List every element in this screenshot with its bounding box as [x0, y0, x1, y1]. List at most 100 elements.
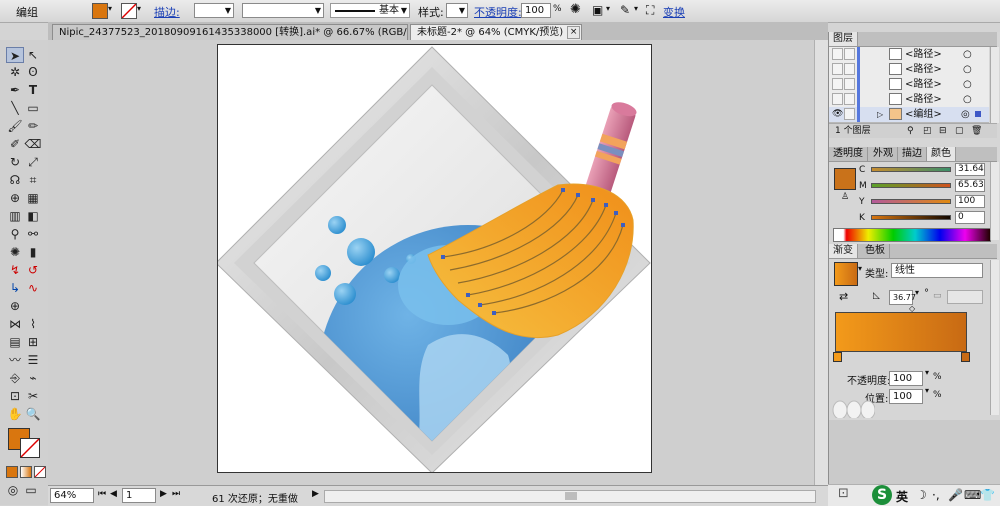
- status-menu-icon[interactable]: ▶: [312, 489, 319, 499]
- twirl-tool-icon[interactable]: ∿: [24, 280, 42, 296]
- warp-tool-icon[interactable]: ☊: [6, 172, 24, 188]
- delete-layer-icon[interactable]: 🗑: [971, 124, 982, 138]
- gradient-opacity-input[interactable]: 100: [889, 371, 923, 386]
- opacity-link[interactable]: 不透明度:: [474, 4, 522, 20]
- gradient-type-dropdown[interactable]: 线性: [891, 263, 983, 278]
- layer-row[interactable]: <路径> ○: [829, 92, 989, 108]
- target-tool-icon[interactable]: ⊕: [6, 298, 24, 314]
- variable-width-dropdown[interactable]: ▼: [242, 3, 324, 18]
- tab-swatches[interactable]: 色板: [861, 244, 890, 258]
- chevron-down-icon[interactable]: ▾: [634, 4, 638, 13]
- live-paint-tool-icon[interactable]: ▦: [24, 190, 42, 206]
- gradient-stop-start[interactable]: [833, 352, 842, 362]
- black-slider[interactable]: K 0: [859, 211, 995, 225]
- disclosure-triangle-icon[interactable]: ▷: [877, 107, 883, 122]
- panel-icon[interactable]: ⊡: [838, 486, 849, 501]
- yellow-slider[interactable]: Y 100: [859, 195, 995, 209]
- selection-tool-icon[interactable]: ➤: [6, 47, 24, 63]
- tab-document-nipic[interactable]: Nipic_24377523_20180909161435338000 [转换]…: [52, 24, 408, 40]
- target-circle-icon[interactable]: ○: [963, 77, 972, 92]
- stroke-color-box[interactable]: [20, 438, 40, 458]
- tab-transparency[interactable]: 透明度: [829, 147, 868, 161]
- layer-row[interactable]: <路径> ○: [829, 47, 989, 63]
- isolate-icon[interactable]: ✎: [620, 3, 630, 17]
- tab-stroke[interactable]: 描边: [898, 147, 927, 161]
- mesh-tool-icon[interactable]: ⋈: [6, 316, 24, 332]
- moon-icon[interactable]: ☽: [916, 488, 927, 502]
- layer-row[interactable]: <路径> ○: [829, 77, 989, 93]
- eye-icon[interactable]: 👁: [832, 107, 843, 122]
- lasso-tool-icon[interactable]: ʘ: [24, 64, 42, 80]
- color-fill-swatch[interactable]: [834, 168, 856, 190]
- free-transform-tool-icon[interactable]: ⌗: [24, 172, 42, 188]
- warp-red-tool-icon[interactable]: ↺: [24, 262, 42, 278]
- target-circle-icon[interactable]: ○: [963, 62, 972, 77]
- stroke-weight-dropdown[interactable]: ▼: [194, 3, 234, 18]
- line-tool-icon[interactable]: ╲: [6, 100, 24, 116]
- microphone-icon[interactable]: 🎤: [948, 488, 963, 502]
- sogou-ime-icon[interactable]: S: [872, 485, 892, 505]
- rotate-tool-icon[interactable]: ↻: [6, 154, 24, 170]
- pen-tool-icon[interactable]: ✒: [6, 82, 24, 98]
- visibility-toggle[interactable]: [832, 48, 843, 60]
- horizontal-scrollbar[interactable]: [324, 490, 816, 503]
- zoom-dropdown[interactable]: 64%: [50, 488, 94, 503]
- position-input[interactable]: 100: [889, 389, 923, 404]
- grid-tool-icon[interactable]: ▤: [6, 334, 24, 350]
- last-page-icon[interactable]: ⏭: [172, 489, 180, 499]
- chevron-down-icon[interactable]: ▾: [858, 264, 862, 273]
- next-page-icon[interactable]: ▶: [160, 489, 167, 499]
- shaper-tool-icon[interactable]: ↳: [6, 280, 24, 296]
- cyan-value[interactable]: 31.64: [955, 163, 985, 176]
- chevron-down-icon[interactable]: ▾: [915, 288, 919, 297]
- chevron-down-icon[interactable]: ▾: [606, 4, 610, 13]
- transform-link[interactable]: 变换: [663, 4, 685, 20]
- expand-icon[interactable]: ⛶: [646, 3, 654, 18]
- crop-tool-icon[interactable]: ⊡: [6, 388, 24, 404]
- chart-line-tool-icon[interactable]: 〰: [6, 352, 24, 368]
- knife-tool-icon[interactable]: ⌁: [24, 370, 42, 386]
- none-mode-icon[interactable]: [34, 466, 46, 478]
- pencil-tool-icon[interactable]: ✏: [24, 118, 42, 134]
- new-sublayer-icon[interactable]: ⊟: [939, 124, 947, 138]
- tab-appearance[interactable]: 外观: [869, 147, 898, 161]
- color-scrollbar[interactable]: [990, 162, 999, 240]
- close-icon[interactable]: ×: [567, 25, 581, 39]
- stroke-swatch[interactable]: [121, 3, 137, 19]
- lock-toggle[interactable]: [844, 78, 855, 90]
- clipping-mask-icon[interactable]: ◰: [923, 124, 932, 138]
- width-tool-icon[interactable]: ↯: [6, 262, 24, 278]
- tab-gradient[interactable]: 渐变: [829, 244, 858, 258]
- screen-mode-icon[interactable]: ▭: [22, 482, 40, 498]
- artboard-tool-icon[interactable]: ⊞: [24, 334, 42, 350]
- draw-normal-icon[interactable]: ◎: [4, 482, 22, 498]
- type-tool-icon[interactable]: T: [24, 82, 42, 98]
- locate-object-icon[interactable]: ⚲: [907, 124, 914, 138]
- tab-layers[interactable]: 图层: [829, 32, 858, 46]
- gradient-preview-swatch[interactable]: [834, 262, 858, 286]
- opacity-input[interactable]: 100: [521, 3, 551, 18]
- envelope-tool-icon[interactable]: ⌇: [24, 316, 42, 332]
- visibility-toggle[interactable]: [832, 63, 843, 75]
- direct-selection-tool-icon[interactable]: ↖: [24, 47, 42, 63]
- layers-panel-header[interactable]: 图层: [829, 32, 997, 47]
- brush-dropdown[interactable]: 基本 ▼: [330, 3, 410, 18]
- blend-tool-icon[interactable]: ⚯: [24, 226, 42, 242]
- page-dropdown[interactable]: 1: [122, 488, 156, 503]
- zoom-tool-icon[interactable]: 🔍: [24, 406, 42, 422]
- prev-page-icon[interactable]: ◀: [110, 489, 117, 499]
- slice-tool-icon[interactable]: ⎆: [6, 370, 24, 386]
- layer-row[interactable]: <路径> ○: [829, 62, 989, 78]
- aspect-ratio-input[interactable]: [947, 290, 983, 304]
- black-value[interactable]: 0: [955, 211, 985, 224]
- scale-tool-icon[interactable]: ⤢: [24, 154, 42, 170]
- chevron-down-icon[interactable]: ▾: [925, 386, 929, 395]
- list-tool-icon[interactable]: ☰: [24, 352, 42, 368]
- visibility-toggle[interactable]: [832, 78, 843, 90]
- reverse-gradient-icon[interactable]: ⇄: [839, 290, 848, 303]
- blob-brush-tool-icon[interactable]: ✐: [6, 136, 24, 152]
- recolor-icon[interactable]: ✺: [570, 2, 581, 17]
- symbol-sprayer-tool-icon[interactable]: ✺: [6, 244, 24, 260]
- chevron-down-icon[interactable]: ▾: [137, 4, 141, 13]
- fill-swatch[interactable]: [92, 3, 108, 19]
